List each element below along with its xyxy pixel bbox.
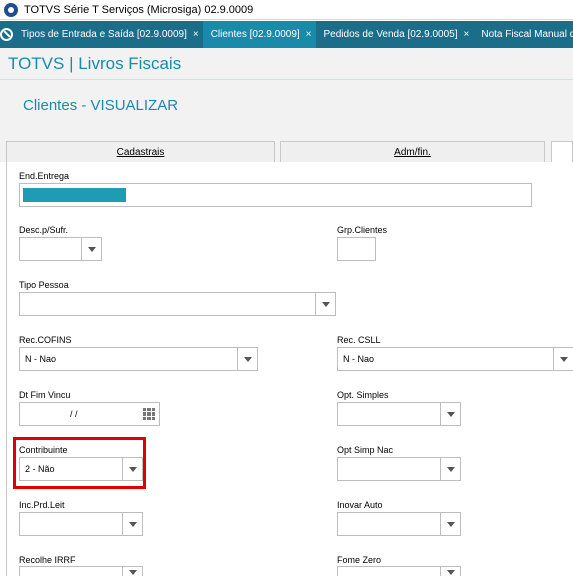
opt-simp-nac-label: Opt Simp Nac — [337, 445, 394, 455]
end-entrega-selection — [23, 188, 126, 202]
folder-current[interactable] — [551, 141, 573, 162]
chevron-down-icon[interactable] — [440, 403, 460, 425]
folder-cadastrais[interactable]: Cadastrais — [6, 141, 275, 162]
tipo-pessoa-label: Tipo Pessoa — [19, 280, 69, 290]
tab-pedidos-venda[interactable]: Pedidos de Venda [02.9.0005] × — [316, 21, 474, 48]
tab-tipos-entrada-saida[interactable]: Tipos de Entrada e Saída [02.9.0009] × — [13, 21, 203, 48]
dt-fim-vincu-field[interactable]: / / — [19, 402, 160, 426]
chevron-down-icon[interactable] — [122, 567, 142, 576]
calendar-icon[interactable] — [143, 408, 155, 420]
opt-simp-nac-select[interactable] — [337, 457, 461, 481]
close-icon[interactable]: × — [306, 29, 312, 40]
opt-simples-select[interactable] — [337, 402, 461, 426]
tab-bar: Tipos de Entrada e Saída [02.9.0009] × C… — [0, 21, 573, 48]
end-entrega-label: End.Entrega — [19, 171, 70, 181]
rec-cofins-label: Rec.COFINS — [19, 335, 72, 345]
close-icon[interactable]: × — [193, 29, 199, 40]
desc-sufr-label: Desc.p/Sufr. — [19, 225, 69, 235]
tab-label: Pedidos de Venda [02.9.0005] — [323, 29, 458, 40]
chevron-down-icon[interactable] — [440, 458, 460, 480]
chevron-down-icon[interactable] — [81, 238, 101, 260]
tipo-pessoa-select[interactable] — [19, 292, 336, 316]
dt-fim-vincu-label: Dt Fim Vincu — [19, 390, 71, 400]
close-icon[interactable]: × — [464, 29, 470, 40]
inovar-auto-label: Inovar Auto — [337, 500, 383, 510]
tab-label: Clientes [02.9.0009] — [210, 29, 300, 40]
recolhe-irrf-label: Recolhe IRRF — [19, 555, 76, 565]
brand-title: TOTVS | Livros Fiscais — [8, 54, 182, 73]
chevron-down-icon[interactable] — [315, 293, 335, 315]
rec-csll-label: Rec. CSLL — [337, 335, 381, 345]
tab-label: Nota Fiscal Manual de Entra — [481, 29, 573, 40]
grp-clientes-field[interactable] — [337, 237, 376, 261]
tab-label: Tipos de Entrada e Saída [02.9.0009] — [21, 29, 187, 40]
divider — [0, 79, 573, 80]
chevron-down-icon[interactable] — [122, 513, 142, 535]
rec-csll-select[interactable]: N - Nao — [337, 347, 573, 371]
desc-sufr-select[interactable] — [19, 237, 102, 261]
page-title: Clientes - VISUALIZAR — [23, 97, 179, 114]
rec-cofins-select[interactable]: N - Nao — [19, 347, 258, 371]
grp-clientes-label: Grp.Clientes — [337, 225, 388, 235]
dt-fim-vincu-value: / / — [70, 409, 78, 419]
rec-csll-value: N - Nao — [343, 354, 375, 364]
tab-nota-fiscal-manual[interactable]: Nota Fiscal Manual de Entra — [473, 21, 573, 48]
rec-cofins-value: N - Nao — [25, 354, 57, 364]
recolhe-irrf-select[interactable] — [19, 566, 143, 576]
window-title: TOTVS Série T Serviços (Microsiga) 02.9.… — [24, 3, 254, 16]
opt-simples-label: Opt. Simples — [337, 390, 389, 400]
home-icon[interactable] — [0, 21, 13, 48]
highlight-box — [13, 437, 146, 489]
inc-prd-leit-label: Inc.Prd.Leit — [19, 500, 65, 510]
fome-zero-select[interactable] — [337, 566, 461, 576]
folder-tabs: Cadastrais Adm/fin. — [0, 132, 573, 162]
window-titlebar: TOTVS Série T Serviços (Microsiga) 02.9.… — [0, 0, 573, 20]
chevron-down-icon[interactable] — [440, 567, 460, 576]
chevron-down-icon[interactable] — [553, 348, 573, 370]
page-header: TOTVS | Livros Fiscais Clientes - VISUAL… — [0, 48, 573, 132]
chevron-down-icon[interactable] — [237, 348, 257, 370]
fome-zero-label: Fome Zero — [337, 555, 382, 565]
folder-admfin[interactable]: Adm/fin. — [280, 141, 545, 162]
end-entrega-field[interactable] — [19, 183, 532, 207]
inc-prd-leit-select[interactable] — [19, 512, 143, 536]
inovar-auto-select[interactable] — [337, 512, 461, 536]
chevron-down-icon[interactable] — [440, 513, 460, 535]
form-panel: End.Entrega Desc.p/Sufr. Grp.Clientes Ti… — [6, 162, 573, 576]
tab-clientes[interactable]: Clientes [02.9.0009] × — [202, 21, 316, 48]
app-logo-icon — [4, 2, 18, 17]
